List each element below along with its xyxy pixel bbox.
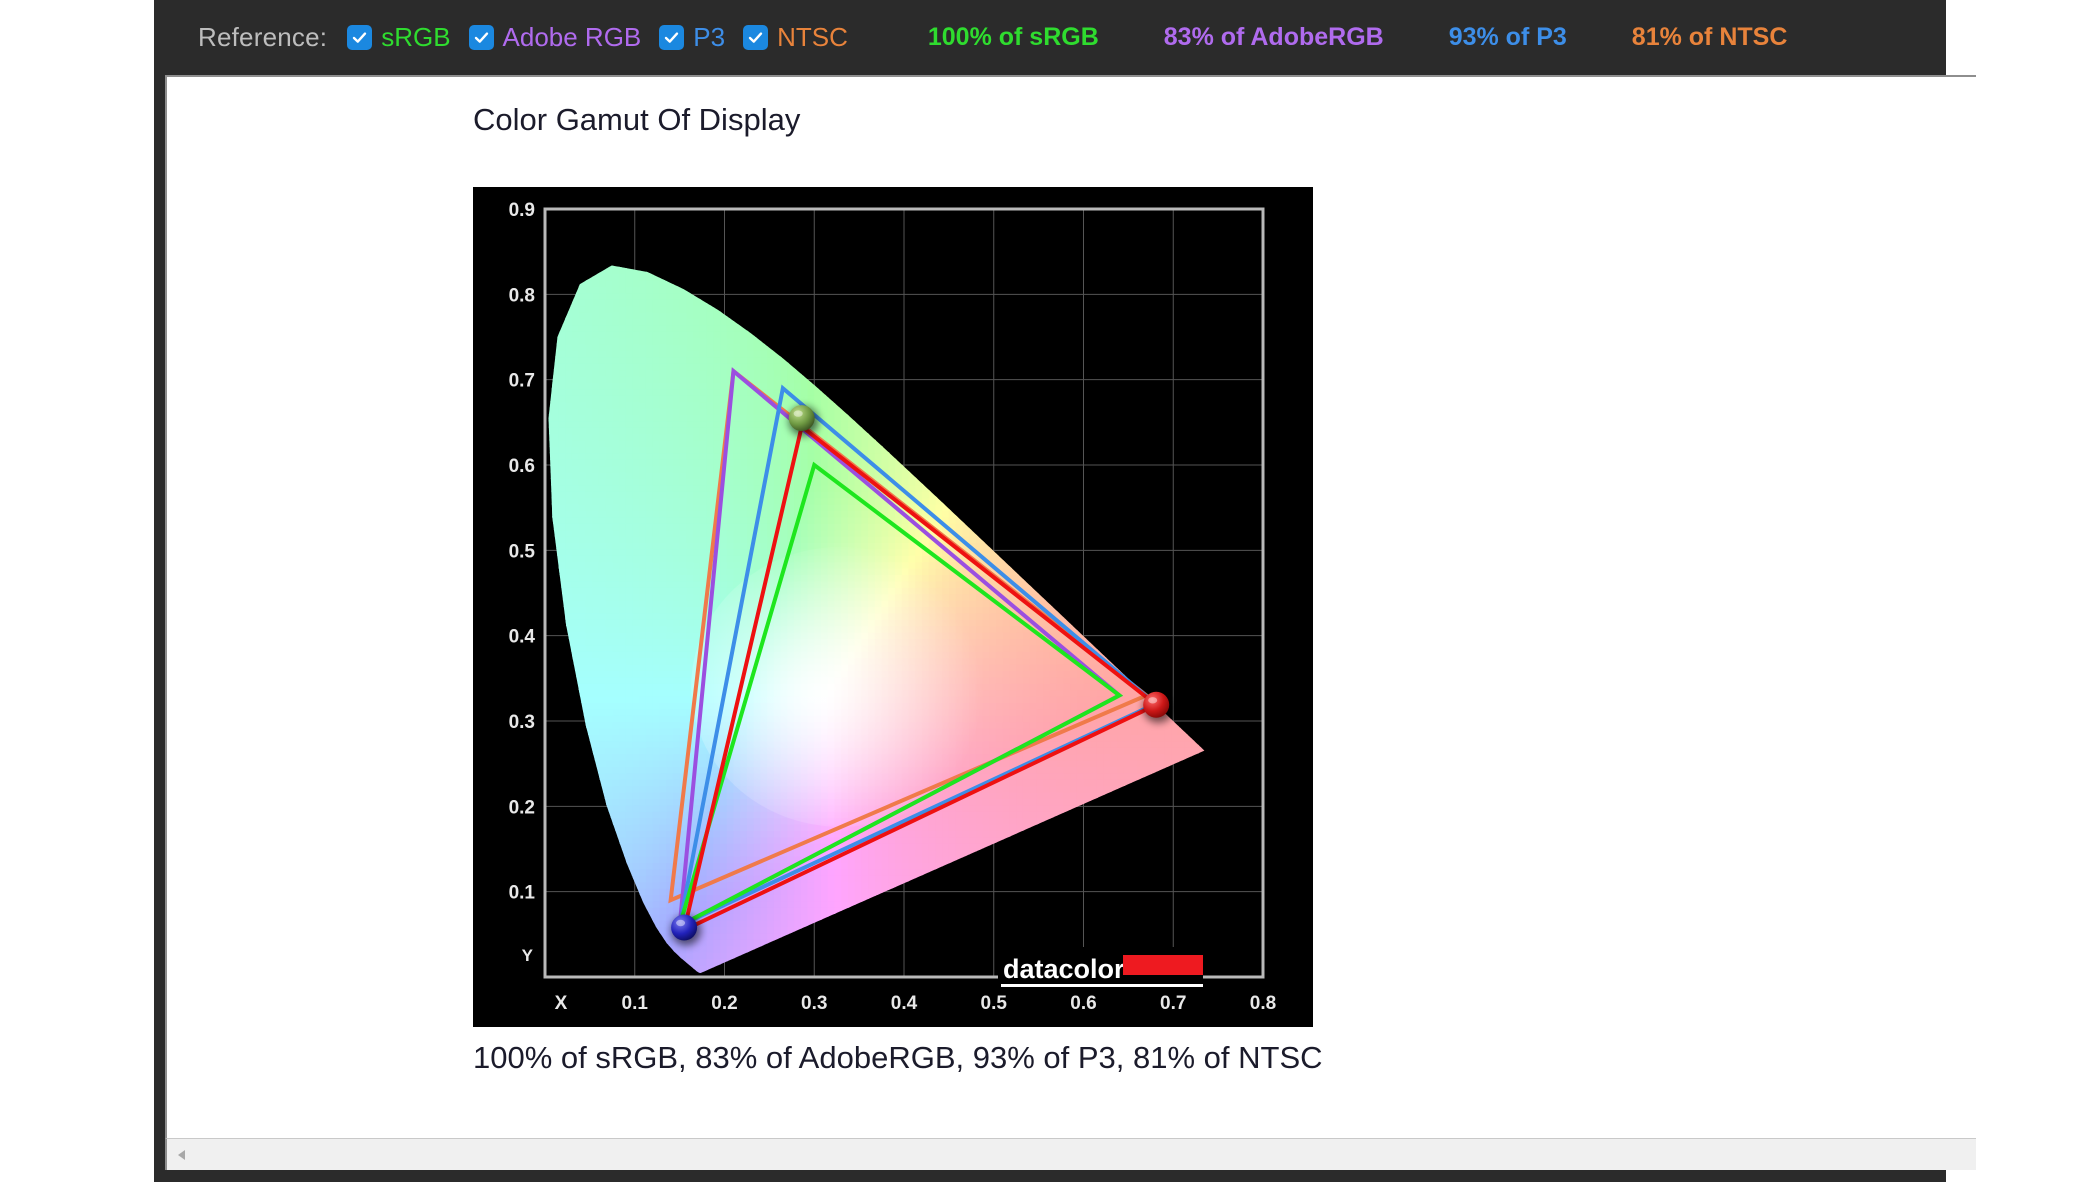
window-bottom-edge bbox=[154, 1170, 1946, 1182]
page-title: Color Gamut Of Display bbox=[473, 102, 801, 137]
x-tick-label: 0.3 bbox=[801, 993, 827, 1014]
checkbox-checked-icon[interactable] bbox=[347, 25, 373, 50]
reference-option-ntsc[interactable]: NTSC bbox=[743, 22, 848, 53]
y-tick-label: 0.4 bbox=[509, 627, 536, 648]
report-page: Color Gamut Of Display 0.1 0.2 0.3 0.4 0… bbox=[165, 75, 1976, 1138]
y-tick-label: 0.5 bbox=[509, 541, 536, 562]
y-tick-label: 0.3 bbox=[509, 712, 535, 733]
chromaticity-diagram-svg: 0.1 0.2 0.3 0.4 0.5 0.6 0.7 0.8 0.9 0.1 0.2 0.3 0.4 0… bbox=[473, 187, 1313, 1027]
coverage-summary: 100% of sRGB 83% of AdobeRGB 93% of P3 8… bbox=[928, 23, 1853, 52]
coverage-summary-text: 100% of sRGB, 83% of AdobeRGB, 93% of P3… bbox=[473, 1040, 1323, 1075]
y-tick-label: 0.8 bbox=[509, 285, 535, 306]
horizontal-scrollbar[interactable] bbox=[165, 1138, 1976, 1170]
cie-chromaticity-chart: 0.1 0.2 0.3 0.4 0.5 0.6 0.7 0.8 0.9 0.1 0.2 0.3 0.4 0… bbox=[473, 187, 1313, 1027]
y-tick-label: 0.1 bbox=[509, 883, 536, 904]
reference-option-adobergb[interactable]: Adobe RGB bbox=[468, 22, 642, 53]
reference-option-label: sRGB bbox=[381, 22, 451, 52]
x-tick-label: 0.6 bbox=[1070, 993, 1096, 1014]
checkbox-checked-icon[interactable] bbox=[659, 25, 685, 50]
reference-option-label: P3 bbox=[693, 22, 726, 52]
checkbox-checked-icon[interactable] bbox=[743, 25, 769, 50]
x-axis-label: X bbox=[555, 993, 568, 1014]
y-tick-label: 0.2 bbox=[509, 797, 535, 818]
x-tick-label: 0.4 bbox=[891, 993, 918, 1014]
reference-label: Reference: bbox=[198, 22, 328, 52]
x-tick-label: 0.2 bbox=[711, 993, 737, 1014]
coverage-p3: 93% of P3 bbox=[1448, 23, 1567, 51]
coverage-adobergb: 83% of AdobeRGB bbox=[1163, 23, 1384, 51]
watermark-swatch bbox=[1123, 955, 1203, 975]
y-tick-label: 0.9 bbox=[509, 200, 535, 221]
x-tick-label: 0.5 bbox=[981, 993, 1008, 1014]
reference-option-srgb[interactable]: sRGB bbox=[347, 22, 451, 53]
coverage-ntsc: 81% of NTSC bbox=[1631, 23, 1788, 51]
scrollbar-track[interactable] bbox=[197, 1139, 1976, 1170]
datacolor-watermark: datacolor bbox=[998, 947, 1203, 989]
x-tick-label: 0.8 bbox=[1250, 993, 1276, 1014]
reference-option-label: Adobe RGB bbox=[502, 22, 642, 52]
y-axis-label: Y bbox=[522, 946, 534, 965]
y-tick-label: 0.6 bbox=[509, 456, 535, 477]
x-tick-label: 0.1 bbox=[622, 993, 649, 1014]
reference-bar: Reference: sRGB Adobe RGB P3 NTSC 100% o… bbox=[154, 0, 1946, 75]
x-tick-label: 0.7 bbox=[1160, 993, 1186, 1014]
checkbox-checked-icon[interactable] bbox=[468, 25, 494, 50]
application-window: Reference: sRGB Adobe RGB P3 NTSC 100% o… bbox=[154, 0, 1976, 1182]
coverage-srgb: 100% of sRGB bbox=[927, 23, 1099, 51]
watermark-text: datacolor bbox=[1003, 954, 1125, 984]
reference-option-p3[interactable]: P3 bbox=[659, 22, 725, 53]
y-tick-label: 0.7 bbox=[509, 371, 535, 392]
reference-option-label: NTSC bbox=[777, 22, 848, 52]
triangle-left-icon[interactable] bbox=[167, 1140, 197, 1170]
